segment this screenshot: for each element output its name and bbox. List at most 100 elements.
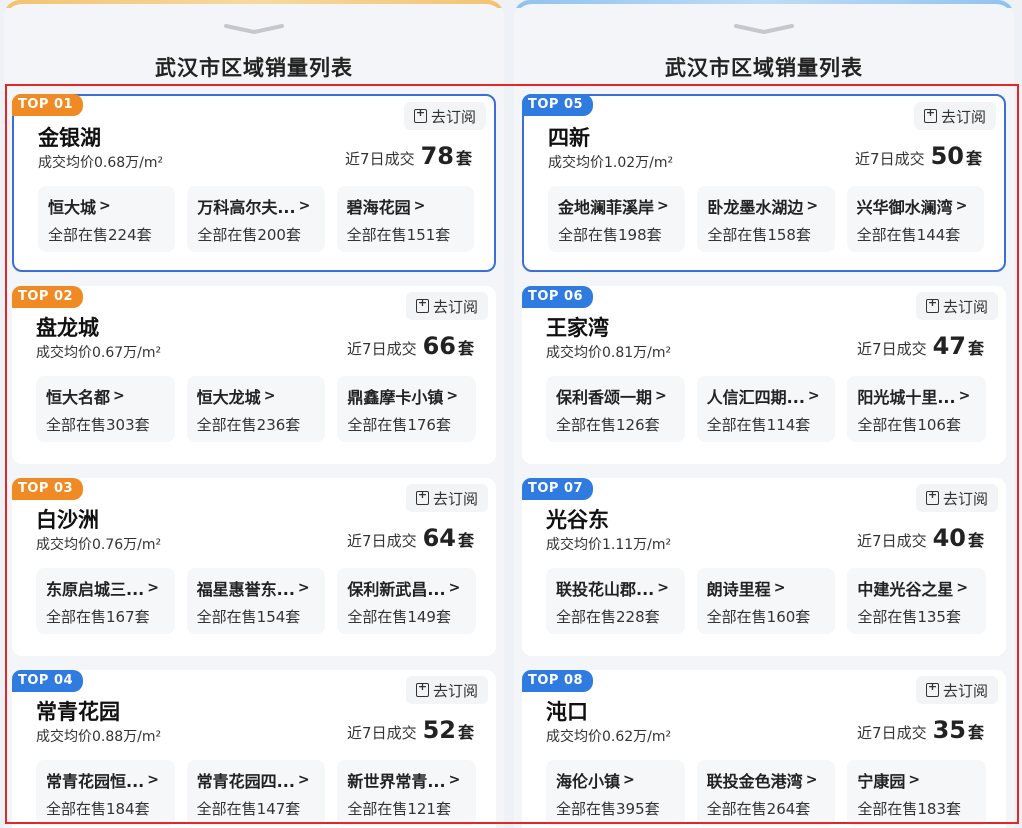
rank-badge: TOP 08 <box>522 670 594 692</box>
panel-title: 武汉市区域销量列表 <box>665 56 863 80</box>
right-panel: 武汉市区域销量列表 TOP 05 去订阅 四新 成交均价1.02万/m² 近7日… <box>514 0 1014 828</box>
estate-item[interactable]: 宁康园 > 全部在售183套 <box>847 760 987 826</box>
subscribe-button[interactable]: 去订阅 <box>403 102 486 130</box>
estate-name: 卧龙墨水湖边 <box>707 198 804 217</box>
estate-on-sale: 全部在售106套 <box>857 416 961 434</box>
weekly-sales-label: 近7日成交 <box>857 532 927 550</box>
estate-item[interactable]: 海伦小镇 > 全部在售395套 <box>546 760 685 826</box>
estate-on-sale: 全部在售198套 <box>558 226 662 244</box>
estate-item[interactable]: 朗诗里程 > 全部在售160套 <box>696 568 836 634</box>
weekly-sales-count: 47 <box>932 332 966 360</box>
chevron-right-icon: > <box>413 198 426 214</box>
area-name: 白沙洲 <box>36 508 99 532</box>
estate-item[interactable]: 新世界常青... > 全部在售121套 <box>337 760 477 826</box>
weekly-sales-label: 近7日成交 <box>347 340 417 358</box>
area-card[interactable]: TOP 08 去订阅 沌口 成交均价0.62万/m² 近7日成交 35 套 海伦… <box>522 670 1006 828</box>
rank-badge: TOP 05 <box>522 94 594 116</box>
chevron-right-icon: > <box>147 772 159 788</box>
estate-on-sale: 全部在售167套 <box>46 608 150 626</box>
average-price: 成交均价0.81万/m² <box>546 345 672 361</box>
estate-item[interactable]: 保利香颂一期 > 全部在售126套 <box>546 376 685 442</box>
weekly-sales-unit: 套 <box>967 339 984 358</box>
estate-item[interactable]: 人信汇四期... > 全部在售114套 <box>696 376 836 442</box>
estate-name: 恒大名都 <box>46 388 111 407</box>
estate-on-sale: 全部在售236套 <box>196 416 301 434</box>
weekly-sales: 近7日成交 40 套 <box>857 524 984 552</box>
estate-item[interactable]: 恒大名都 > 全部在售303套 <box>36 376 175 442</box>
estate-item[interactable]: 鼎鑫摩卡小镇 > 全部在售176套 <box>337 376 477 442</box>
estate-item[interactable]: 阳光城十里... > 全部在售106套 <box>847 376 987 442</box>
estate-item[interactable]: 中建光谷之星 > 全部在售135套 <box>847 568 987 634</box>
area-card[interactable]: TOP 02 去订阅 盘龙城 成交均价0.67万/m² 近7日成交 66 套 恒… <box>12 286 496 464</box>
weekly-sales-count: 35 <box>932 716 966 744</box>
weekly-sales-unit: 套 <box>967 531 984 550</box>
estate-item[interactable]: 东原启城三... > 全部在售167套 <box>36 568 175 634</box>
estate-item[interactable]: 万科高尔夫... > 全部在售200套 <box>187 186 325 252</box>
estate-item[interactable]: 联投金色港湾 > 全部在售264套 <box>696 760 836 826</box>
estate-name: 碧海花园 <box>346 198 411 217</box>
estate-item[interactable]: 恒大城 > 全部在售224套 <box>38 186 176 252</box>
chevron-right-icon: > <box>807 388 820 404</box>
area-card[interactable]: TOP 07 去订阅 光谷东 成交均价1.11万/m² 近7日成交 40 套 联… <box>522 478 1006 656</box>
estate-item[interactable]: 兴华御水澜湾 > 全部在售144套 <box>846 186 984 252</box>
average-price: 成交均价0.67万/m² <box>36 345 162 361</box>
chevron-right-icon: > <box>113 388 125 404</box>
chevron-right-icon: > <box>297 580 310 596</box>
estate-on-sale: 全部在售176套 <box>347 416 451 434</box>
estate-on-sale: 全部在售144套 <box>856 226 961 244</box>
sheet-handle-icon[interactable] <box>734 24 794 34</box>
area-card[interactable]: TOP 06 去订阅 王家湾 成交均价0.81万/m² 近7日成交 47 套 保… <box>522 286 1006 464</box>
chevron-right-icon: > <box>448 772 461 788</box>
estate-item[interactable]: 碧海花园 > 全部在售151套 <box>336 186 474 252</box>
estate-on-sale: 全部在售126套 <box>556 416 660 434</box>
chevron-right-icon: > <box>655 388 667 404</box>
subscribe-button[interactable]: 去订阅 <box>405 676 488 704</box>
weekly-sales-label: 近7日成交 <box>857 724 927 742</box>
chevron-right-icon: > <box>298 198 311 214</box>
area-card[interactable]: TOP 03 去订阅 白沙洲 成交均价0.76万/m² 近7日成交 64 套 东… <box>12 478 496 656</box>
estate-item[interactable]: 联投花山郡... > 全部在售228套 <box>546 568 685 634</box>
subscribe-button[interactable]: 去订阅 <box>915 292 998 320</box>
weekly-sales: 近7日成交 35 套 <box>857 716 984 744</box>
estate-item[interactable]: 保利新武昌... > 全部在售149套 <box>337 568 477 634</box>
subscribe-button[interactable]: 去订阅 <box>915 676 998 704</box>
average-price: 成交均价0.68万/m² <box>38 155 164 171</box>
estate-name: 人信汇四期... <box>706 388 805 407</box>
chevron-right-icon: > <box>657 198 669 214</box>
estate-item[interactable]: 常青花园恒... > 全部在售184套 <box>36 760 175 826</box>
weekly-sales-unit: 套 <box>457 339 474 358</box>
subscribe-button[interactable]: 去订阅 <box>915 484 998 512</box>
estate-name: 东原启城三... <box>46 580 145 599</box>
estate-on-sale: 全部在售183套 <box>857 800 961 818</box>
chevron-right-icon: > <box>805 772 818 788</box>
average-price: 成交均价0.88万/m² <box>36 729 162 745</box>
weekly-sales-count: 40 <box>932 524 966 552</box>
weekly-sales-label: 近7日成交 <box>857 340 927 358</box>
average-price: 成交均价1.11万/m² <box>546 537 672 553</box>
estate-list: 保利香颂一期 > 全部在售126套 人信汇四期... > 全部在售114套 阳光城十… <box>546 376 987 442</box>
rank-badge: TOP 06 <box>522 286 594 308</box>
estate-item[interactable]: 恒大龙城 > 全部在售236套 <box>186 376 326 442</box>
estate-list: 金地澜菲溪岸 > 全部在售198套 卧龙墨水湖边 > 全部在售158套 兴华御水澜湾… <box>548 186 984 252</box>
subscribe-button[interactable]: 去订阅 <box>405 484 488 512</box>
area-card[interactable]: TOP 01 去订阅 金银湖 成交均价0.68万/m² 近7日成交 78 套 恒… <box>12 94 496 272</box>
estate-item[interactable]: 福星惠誉东... > 全部在售154套 <box>186 568 326 634</box>
estate-list: 恒大城 > 全部在售224套 万科高尔夫... > 全部在售200套 碧海花园 > 全… <box>38 186 474 252</box>
weekly-sales: 近7日成交 52 套 <box>347 716 474 744</box>
weekly-sales-count: 52 <box>422 716 456 744</box>
estate-on-sale: 全部在售151套 <box>346 226 451 244</box>
estate-item[interactable]: 常青花园四... > 全部在售147套 <box>186 760 326 826</box>
estate-item[interactable]: 卧龙墨水湖边 > 全部在售158套 <box>697 186 835 252</box>
subscribe-button[interactable]: 去订阅 <box>405 292 488 320</box>
sheet-handle-icon[interactable] <box>224 24 284 34</box>
panel-title: 武汉市区域销量列表 <box>155 56 353 80</box>
chevron-right-icon: > <box>958 388 971 404</box>
estate-item[interactable]: 金地澜菲溪岸 > 全部在售198套 <box>548 186 686 252</box>
weekly-sales-count: 64 <box>422 524 456 552</box>
estate-list: 常青花园恒... > 全部在售184套 常青花园四... > 全部在售147套 新世… <box>36 760 477 826</box>
estate-name: 保利新武昌... <box>347 580 446 599</box>
subscribe-button[interactable]: 去订阅 <box>913 102 996 130</box>
area-card[interactable]: TOP 04 去订阅 常青花园 成交均价0.88万/m² 近7日成交 52 套 … <box>12 670 496 828</box>
weekly-sales-unit: 套 <box>965 149 982 168</box>
area-card[interactable]: TOP 05 去订阅 四新 成交均价1.02万/m² 近7日成交 50 套 金地… <box>522 94 1006 272</box>
